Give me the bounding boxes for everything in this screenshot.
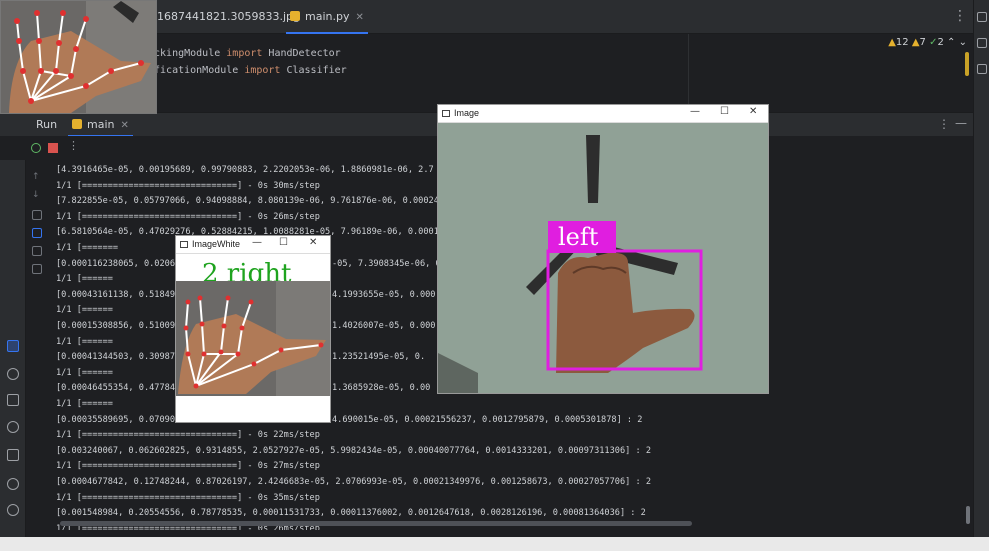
close-icon[interactable]: ✕ (355, 12, 363, 23)
python-packages-icon[interactable] (7, 368, 19, 380)
console-line: 1/1 [====== (56, 399, 113, 409)
console-line: 1/1 [==============================] - 0… (56, 430, 320, 441)
more-options-icon[interactable]: ⋮ (953, 8, 967, 24)
console-line: [0.00043161138, 0.51849 (56, 289, 175, 300)
camera-frame: left (438, 123, 768, 393)
console-line: [7.822855e-05, 0.05797066, 0.94098884, 8… (56, 196, 439, 207)
console-line-tail: 4.1993655e-05, 0.000 (332, 289, 436, 300)
run-tab-main[interactable]: main ✕ (68, 113, 133, 137)
close-icon[interactable]: ✕ (309, 237, 317, 248)
console-line: 1/1 [==============================] - 0… (56, 492, 320, 503)
tab-jpg-file[interactable]: 1687441821.3059833.jpg (157, 0, 300, 34)
python-file-icon (72, 119, 82, 129)
maximize-icon[interactable]: ☐ (279, 237, 288, 248)
code-line: ackingModule import HandDetector (148, 48, 341, 59)
database-icon[interactable] (977, 38, 987, 48)
close-icon[interactable]: ✕ (120, 120, 128, 131)
chevron-down-icon[interactable]: ⌄ (959, 37, 967, 48)
soft-wrap-icon[interactable] (32, 210, 42, 220)
warning-icon: ▲ (911, 37, 920, 48)
plugins-icon[interactable] (977, 64, 987, 74)
console-line: 1/1 [==============================] - 0… (56, 461, 320, 472)
bottom-margin (0, 537, 989, 551)
console-line: [0.003240067, 0.062602825, 0.9314855, 2.… (56, 445, 651, 456)
left-tool-strip (0, 136, 26, 551)
window-app-icon (180, 241, 188, 248)
tab-jpg-label: 1687441821.3059833.jpg (157, 10, 300, 23)
tab-main-py[interactable]: main.py ✕ (286, 0, 368, 34)
console-line-tail: 4.690015e-05, 0.00021556237, 0.001279587… (332, 414, 643, 425)
more-options-icon[interactable]: ⋮ (938, 117, 950, 131)
editor-divider (688, 34, 689, 106)
console-line: 1/1 [======= (56, 243, 119, 253)
chevron-up-icon[interactable]: ⌃ (947, 37, 955, 48)
console-line: 1/1 [==============================] - 0… (56, 211, 320, 222)
layers-icon[interactable] (7, 394, 19, 406)
run-title: Run (36, 118, 58, 131)
image-white-canvas: 2 right (176, 254, 330, 422)
warning-icon: ▲ (888, 37, 896, 48)
git-icon[interactable] (7, 504, 19, 516)
console-line: [0.00046455354, 0.47784 (56, 383, 175, 394)
terminal-icon[interactable] (7, 449, 19, 461)
image-white-titlebar[interactable]: ImageWhite — ☐ ✕ (176, 236, 330, 254)
scroll-to-end-icon[interactable] (32, 228, 42, 238)
console-line: [0.001548984, 0.20554556, 0.78778535, 0.… (56, 508, 646, 519)
console-line: 1/1 [==============================] - 0… (56, 180, 320, 191)
minimize-icon[interactable]: — (252, 237, 262, 248)
console-line: 1/1 [====== (56, 367, 113, 378)
tab-main-label: main.py (305, 10, 350, 23)
right-tool-strip (973, 0, 989, 551)
maximize-icon[interactable]: ☐ (720, 106, 729, 117)
console-line-tail: 1.23521495e-05, 0. (332, 352, 426, 363)
console-line: [4.3916465e-05, 0.00195689, 0.99790883, … (56, 165, 434, 175)
console-line: [0.00035589695, 0.07090 (56, 414, 175, 425)
console-line: [0.0004677842, 0.12748244, 0.87026197, 2… (56, 477, 651, 487)
editor-scroll-marker[interactable] (965, 52, 969, 76)
console-gutter: ↑ ↓ (26, 160, 48, 540)
more-options-icon[interactable]: ⋮ (68, 139, 79, 152)
console-line: [0.00015308856, 0.51009 (56, 321, 175, 331)
camera-preview-thumbnail (0, 0, 157, 114)
console-line: [0.00041344503, 0.30987 (56, 352, 175, 363)
image-white-window[interactable]: ImageWhite — ☐ ✕ 2 right (175, 235, 331, 423)
image-window[interactable]: Image — ☐ ✕ left (437, 104, 769, 394)
rerun-icon[interactable] (31, 143, 41, 153)
image-window-title: Image (454, 108, 480, 118)
trash-icon[interactable] (32, 264, 42, 274)
inspection-widget[interactable]: ▲12 ▲7 ✓2 ⌃ ⌄ (888, 37, 967, 48)
console-line-tail: 1.4026007e-05, 0.000 (332, 321, 436, 331)
notifications-icon[interactable] (977, 12, 987, 22)
image-window-titlebar[interactable]: Image — ☐ ✕ (438, 105, 768, 123)
console-line-tail: 1.3685928e-05, 0.00 (332, 383, 431, 394)
arrow-down-icon[interactable]: ↓ (32, 190, 42, 200)
python-file-icon (290, 11, 300, 21)
console-line: 1/1 [====== (56, 336, 113, 347)
console-line: [0.000116238065, 0.0206 (56, 258, 175, 269)
close-icon[interactable]: ✕ (749, 106, 757, 117)
console-line-tail: -05, 7.3908345e-06, 0. (332, 258, 446, 269)
prediction-label: left (558, 223, 599, 251)
arrow-up-icon[interactable]: ↑ (32, 172, 42, 182)
minimize-panel-icon[interactable]: — (955, 116, 967, 130)
code-line: ificationModule import Classifier (148, 65, 347, 76)
image-white-title: ImageWhite (192, 239, 241, 249)
vertical-scrollbar[interactable] (966, 506, 970, 524)
run-tool-icon[interactable] (7, 340, 19, 352)
services-icon[interactable] (7, 421, 19, 433)
window-app-icon (442, 110, 450, 117)
hand-tracking-preview (1, 1, 156, 113)
console-line: 1/1 [====== (56, 305, 113, 316)
minimize-icon[interactable]: — (690, 106, 700, 117)
problems-icon[interactable] (7, 478, 19, 490)
console-line: 1/1 [====== (56, 274, 113, 285)
print-icon[interactable] (32, 246, 42, 256)
horizontal-scrollbar[interactable] (60, 521, 692, 526)
stop-icon[interactable] (48, 143, 58, 153)
